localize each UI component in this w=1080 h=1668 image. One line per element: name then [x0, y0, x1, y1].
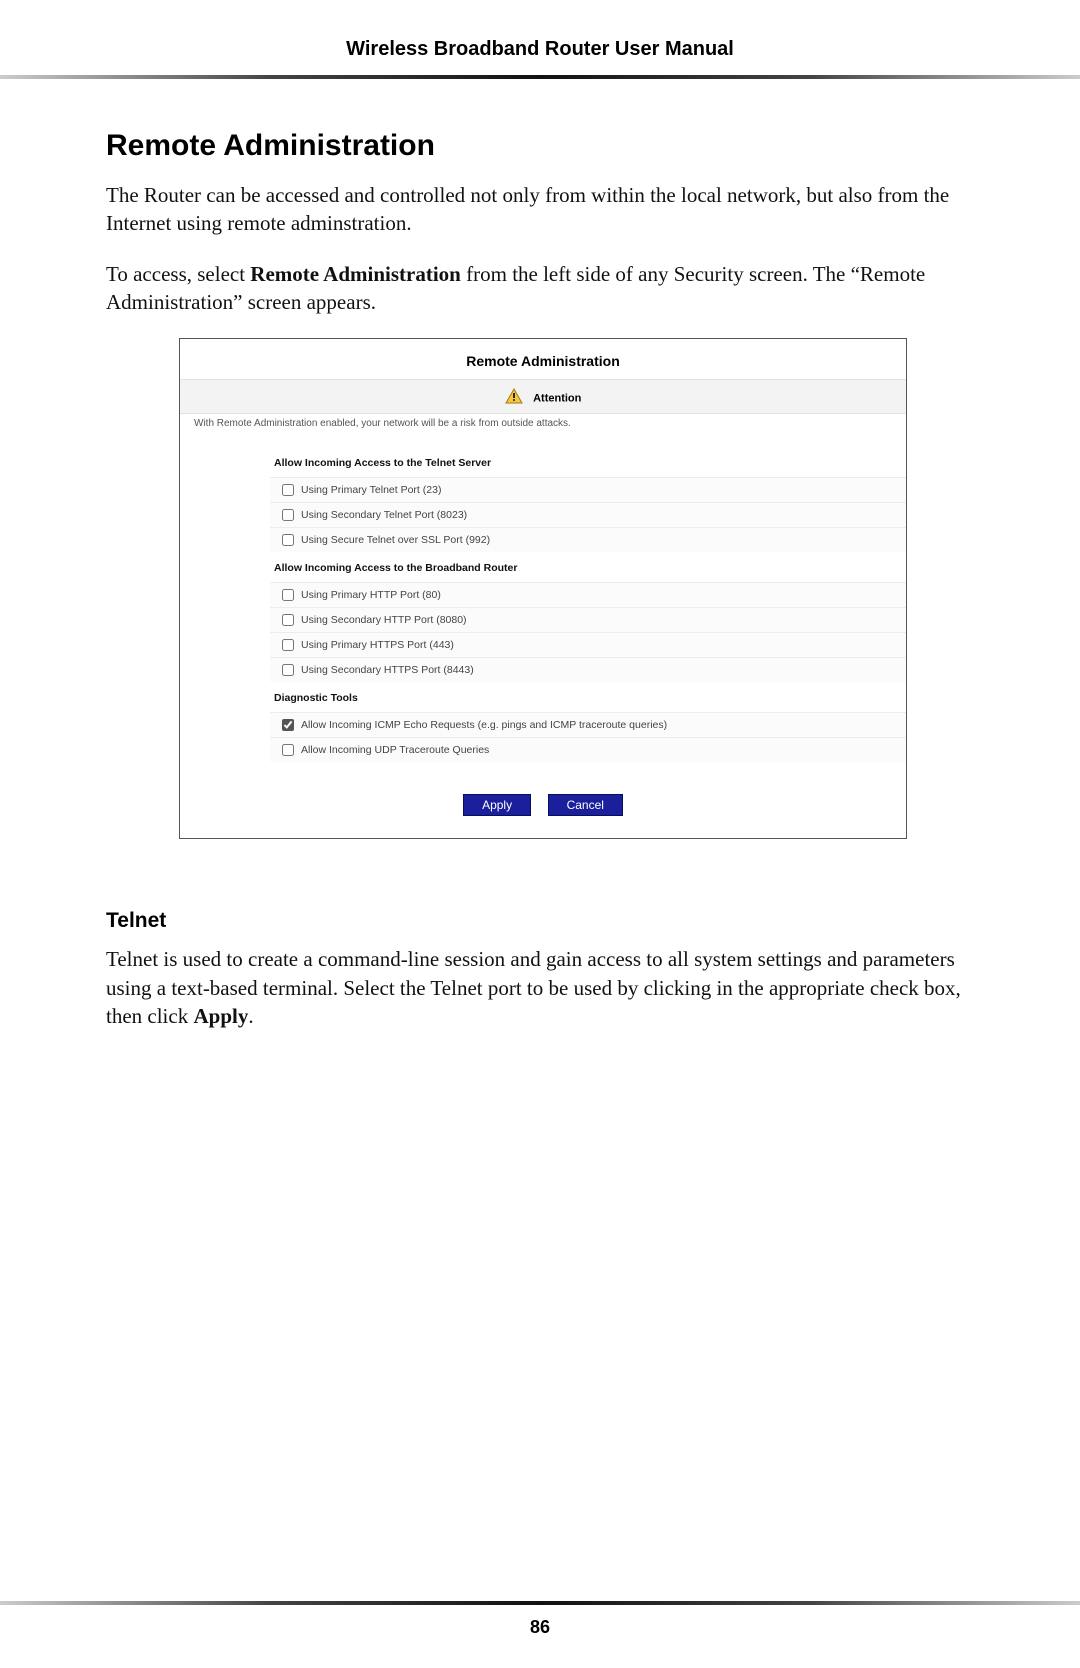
telnet-para-post: . — [248, 1004, 253, 1028]
panel-title: Remote Administration — [180, 339, 906, 379]
footer-divider — [0, 1601, 1080, 1605]
attention-bar: Attention — [180, 379, 906, 414]
warning-icon — [505, 388, 523, 409]
label-telnet-ssl-992: Using Secure Telnet over SSL Port (992) — [301, 534, 490, 546]
page-footer: 86 — [0, 1601, 1080, 1668]
label-http-8080: Using Secondary HTTP Port (8080) — [301, 614, 467, 626]
checkbox-https-443[interactable] — [282, 639, 294, 651]
group-router-header: Allow Incoming Access to the Broadband R… — [270, 552, 906, 582]
label-telnet-8023: Using Secondary Telnet Port (8023) — [301, 509, 467, 521]
checkbox-udp-traceroute[interactable] — [282, 744, 294, 756]
apply-button[interactable]: Apply — [463, 794, 531, 816]
row-http-8080: Using Secondary HTTP Port (8080) — [270, 607, 906, 632]
checkbox-telnet-23[interactable] — [282, 484, 294, 496]
attention-label: Attention — [533, 393, 581, 405]
row-udp-traceroute: Allow Incoming UDP Traceroute Queries — [270, 737, 906, 762]
telnet-paragraph: Telnet is used to create a command-line … — [106, 945, 980, 1030]
label-icmp-echo: Allow Incoming ICMP Echo Requests (e.g. … — [301, 719, 667, 731]
panel-button-row: Apply Cancel — [180, 776, 906, 838]
checkbox-telnet-8023[interactable] — [282, 509, 294, 521]
row-icmp-echo: Allow Incoming ICMP Echo Requests (e.g. … — [270, 712, 906, 737]
label-http-80: Using Primary HTTP Port (80) — [301, 589, 441, 601]
row-telnet-8023: Using Secondary Telnet Port (8023) — [270, 502, 906, 527]
cancel-button[interactable]: Cancel — [548, 794, 623, 816]
checkbox-http-80[interactable] — [282, 589, 294, 601]
row-telnet-ssl-992: Using Secure Telnet over SSL Port (992) — [270, 527, 906, 552]
checkbox-icmp-echo[interactable] — [282, 719, 294, 731]
row-telnet-23: Using Primary Telnet Port (23) — [270, 477, 906, 502]
checkbox-http-8080[interactable] — [282, 614, 294, 626]
row-https-8443: Using Secondary HTTPS Port (8443) — [270, 657, 906, 682]
intro-para2-bold: Remote Administration — [250, 262, 461, 286]
page-header-title: Wireless Broadband Router User Manual — [0, 0, 1080, 75]
page-number: 86 — [0, 1617, 1080, 1668]
label-https-8443: Using Secondary HTTPS Port (8443) — [301, 664, 474, 676]
attention-text: With Remote Administration enabled, your… — [180, 414, 906, 441]
config-area: Allow Incoming Access to the Telnet Serv… — [180, 441, 906, 776]
section-heading: Remote Administration — [106, 129, 980, 163]
intro-paragraph-2: To access, select Remote Administration … — [106, 260, 980, 317]
group-diagnostic-header: Diagnostic Tools — [270, 682, 906, 712]
label-https-443: Using Primary HTTPS Port (443) — [301, 639, 454, 651]
telnet-para-bold: Apply — [193, 1004, 248, 1028]
intro-para2-pre: To access, select — [106, 262, 250, 286]
row-https-443: Using Primary HTTPS Port (443) — [270, 632, 906, 657]
group-telnet-header: Allow Incoming Access to the Telnet Serv… — [270, 447, 906, 477]
intro-paragraph-1: The Router can be accessed and controlle… — [106, 181, 980, 238]
label-telnet-23: Using Primary Telnet Port (23) — [301, 484, 441, 496]
telnet-heading: Telnet — [106, 909, 980, 933]
checkbox-https-8443[interactable] — [282, 664, 294, 676]
label-udp-traceroute: Allow Incoming UDP Traceroute Queries — [301, 744, 489, 756]
header-divider — [0, 75, 1080, 79]
checkbox-telnet-ssl-992[interactable] — [282, 534, 294, 546]
row-http-80: Using Primary HTTP Port (80) — [270, 582, 906, 607]
remote-admin-panel: Remote Administration Attention With Rem… — [179, 338, 907, 839]
